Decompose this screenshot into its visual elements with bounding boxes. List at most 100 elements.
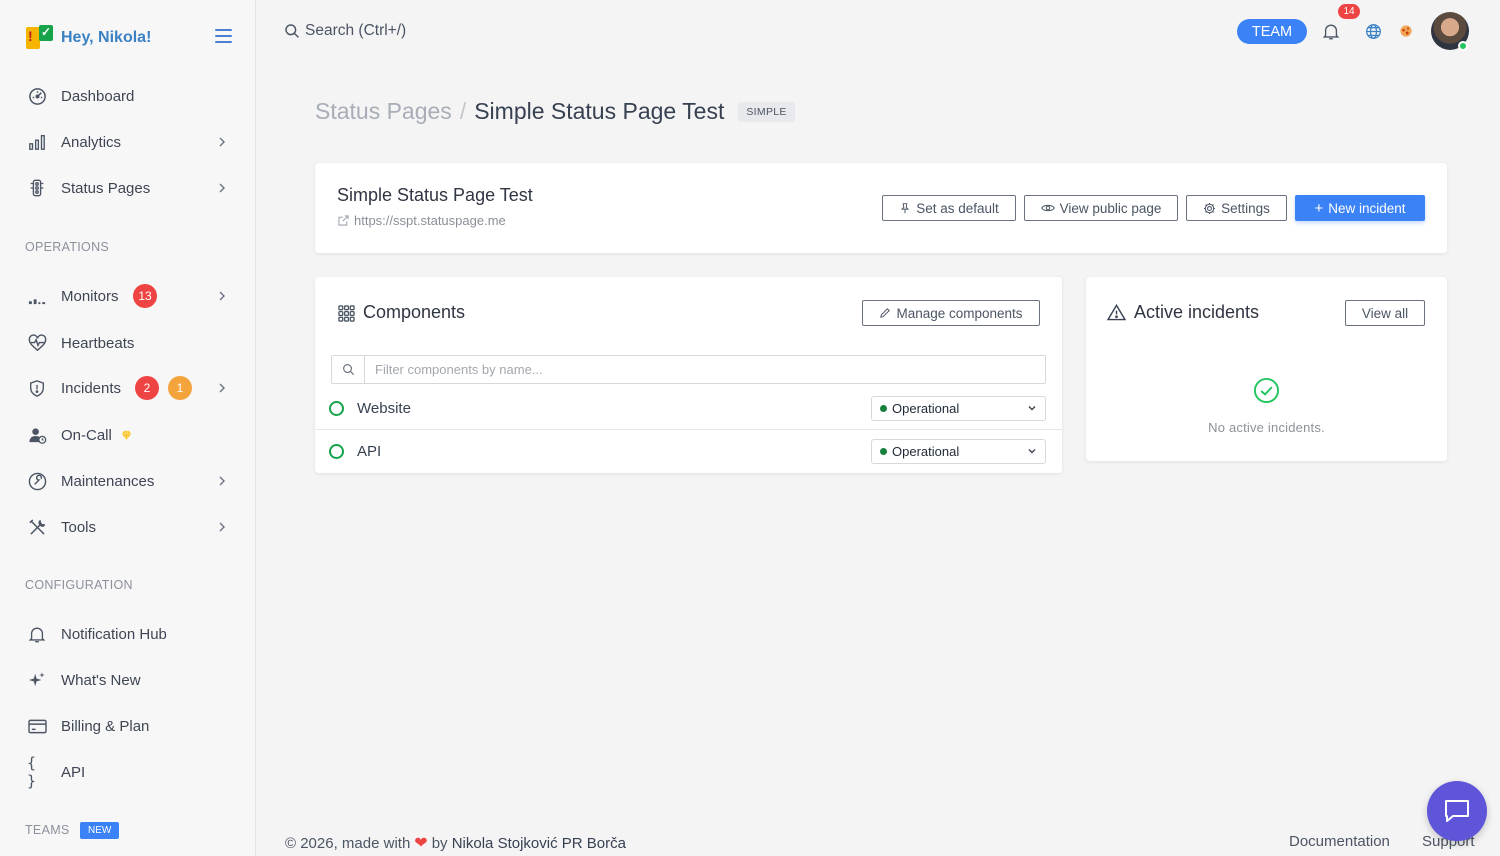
active-incidents-card: Active incidents View all No active inci… — [1086, 277, 1447, 461]
bar-chart-icon — [27, 132, 47, 152]
sidebar-item-status-pages[interactable]: Status Pages — [0, 168, 256, 208]
sidebar: ! ✓ Hey, Nikola! Dashboard Analytics Stat… — [0, 0, 256, 856]
pencil-icon — [880, 308, 891, 318]
online-status-dot — [1458, 41, 1468, 51]
manage-components-button[interactable]: Manage components — [862, 300, 1040, 326]
set-default-label: Set as default — [916, 200, 999, 216]
chevron-right-icon — [219, 522, 225, 532]
braces-icon: { } — [27, 754, 37, 790]
sidebar-item-heartbeats[interactable]: Heartbeats — [0, 323, 256, 363]
footer-credits: © 2026, made with ❤ by Nikola Stojković … — [285, 833, 626, 853]
sidebar-item-whats-new[interactable]: What's New — [0, 660, 256, 700]
sidebar-item-dashboard[interactable]: Dashboard — [0, 76, 256, 116]
heartbeat-icon — [27, 333, 47, 353]
manage-components-label: Manage components — [896, 305, 1023, 321]
view-public-label: View public page — [1059, 200, 1162, 216]
breadcrumb-parent-link[interactable]: Status Pages — [315, 98, 452, 125]
component-row: Website Operational — [315, 388, 1062, 430]
sidebar-item-monitors[interactable]: Monitors 13 — [0, 276, 256, 316]
user-clock-icon — [27, 425, 47, 445]
sidebar-item-label: Incidents — [61, 379, 122, 397]
component-name: API — [357, 442, 382, 460]
sidebar-item-label: Notification Hub — [61, 625, 167, 643]
public-url-text: https://sspt.statuspage.me — [354, 213, 506, 228]
sidebar-item-maintenances[interactable]: Maintenances — [0, 461, 256, 501]
search-icon — [285, 24, 299, 38]
view-all-label: View all — [1361, 305, 1409, 321]
component-status-value: Operational — [892, 401, 960, 416]
menu-toggle-icon[interactable] — [215, 29, 232, 43]
operational-status-icon — [329, 443, 344, 459]
chevron-right-icon — [219, 291, 225, 301]
logo: ! ✓ — [26, 25, 54, 51]
sidebar-item-api[interactable]: { } API — [0, 752, 256, 792]
sidebar-item-on-call[interactable]: On-Call — [0, 415, 256, 455]
documentation-link[interactable]: Documentation — [1289, 833, 1390, 850]
eye-icon — [1040, 204, 1055, 212]
sidebar-item-label: Maintenances — [61, 472, 155, 490]
footer-author[interactable]: Nikola Stojković PR Borča — [452, 835, 626, 852]
premium-diamond-icon — [121, 429, 132, 441]
notifications-bell-icon[interactable] — [1321, 21, 1341, 41]
sidebar-item-label: Tools — [61, 518, 97, 536]
sidebar-item-label: Monitors — [61, 287, 119, 305]
chevron-right-icon — [219, 476, 225, 486]
sidebar-item-tools[interactable]: Tools — [0, 507, 256, 547]
status-dot — [880, 447, 887, 455]
component-row: API Operational — [315, 430, 1062, 472]
section-title-teams: TEAMS — [25, 823, 70, 837]
sidebar-item-label: Heartbeats — [61, 334, 135, 352]
filter-components-input[interactable] — [365, 356, 1045, 383]
components-card: Components Manage components Website Ope… — [315, 277, 1062, 473]
view-public-page-button[interactable]: View public page — [1024, 195, 1178, 221]
new-incident-button[interactable]: + New incident — [1295, 195, 1425, 221]
breadcrumb: Status Pages / Simple Status Page Test S… — [315, 98, 795, 125]
settings-label: Settings — [1221, 200, 1270, 216]
component-name: Website — [357, 400, 411, 417]
sidebar-item-label: Dashboard — [61, 87, 135, 105]
theme-toggle-icon[interactable] — [1396, 21, 1416, 41]
component-status-select[interactable]: Operational — [871, 396, 1046, 421]
view-all-button[interactable]: View all — [1345, 300, 1425, 326]
monitors-count-badge: 13 — [133, 284, 157, 308]
new-incident-label: New incident — [1328, 200, 1406, 216]
set-default-button[interactable]: Set as default — [882, 195, 1016, 221]
section-title-operations: OPERATIONS — [25, 240, 110, 254]
settings-button[interactable]: Settings — [1186, 195, 1287, 221]
plan-type-tag: SIMPLE — [738, 101, 795, 122]
incidents-open-badge: 2 — [135, 376, 159, 400]
page-title: Simple Status Page Test — [474, 98, 725, 124]
brand[interactable]: ! ✓ Hey, Nikola! — [26, 24, 151, 52]
gear-icon — [1204, 202, 1216, 214]
chat-button[interactable] — [1427, 781, 1487, 841]
monitor-signal-icon — [27, 286, 47, 306]
status-page-header-card: Simple Status Page Test https://sspt.sta… — [315, 163, 1447, 253]
bell-icon — [27, 624, 47, 644]
sidebar-item-label: What's New — [61, 671, 141, 689]
sidebar-item-notification-hub[interactable]: Notification Hub — [0, 614, 256, 654]
external-link-icon — [338, 215, 349, 226]
sidebar-item-incidents[interactable]: Incidents 2 1 — [0, 368, 256, 408]
plus-icon: + — [1314, 199, 1324, 217]
breadcrumb-separator: / — [459, 98, 467, 124]
chevron-right-icon — [219, 137, 225, 147]
team-switcher-button[interactable]: TEAM — [1237, 19, 1307, 44]
search-label: Search (Ctrl+/) — [305, 22, 407, 39]
wrench-circle-icon — [27, 471, 47, 491]
sidebar-item-analytics[interactable]: Analytics — [0, 122, 256, 162]
globe-icon[interactable] — [1363, 21, 1383, 41]
component-status-value: Operational — [892, 443, 960, 459]
notification-count-badge: 14 — [1338, 4, 1360, 19]
chevron-down-icon — [1028, 406, 1036, 411]
incidents-pending-badge: 1 — [168, 376, 192, 400]
public-url-link[interactable]: https://sspt.statuspage.me — [337, 213, 506, 228]
sidebar-item-label: On-Call — [61, 426, 112, 444]
component-status-select[interactable]: Operational — [871, 438, 1046, 464]
search-button[interactable]: Search (Ctrl+/) — [284, 22, 406, 40]
dashboard-icon — [27, 86, 47, 106]
new-badge: NEW — [80, 822, 120, 839]
filter-components-field — [331, 355, 1046, 384]
heart-icon: ❤ — [414, 835, 428, 852]
sidebar-item-billing[interactable]: Billing & Plan — [0, 706, 256, 746]
warning-triangle-icon — [1107, 304, 1126, 321]
